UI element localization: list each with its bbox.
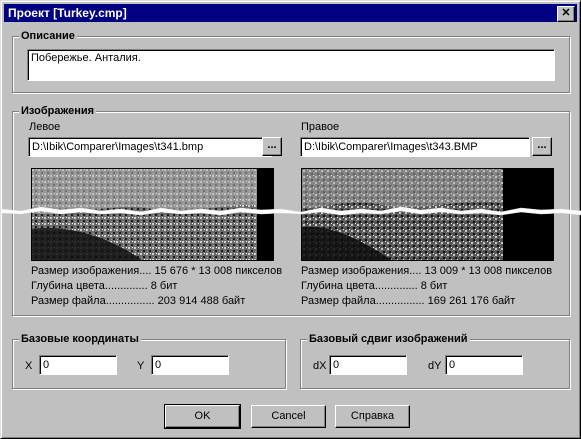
base-shift-group: Базовый сдвиг изображений dX 0 dY 0 — [300, 332, 570, 389]
x-input[interactable]: 0 — [39, 355, 117, 375]
base-shift-legend: Базовый сдвиг изображений — [307, 332, 470, 346]
images-legend: Изображения — [19, 104, 97, 118]
left-browse-button[interactable]: ... — [262, 137, 282, 156]
description-input[interactable]: Побережье. Анталия. — [27, 49, 555, 81]
dy-label: dY — [428, 360, 442, 372]
torn-edge-decoration — [1, 206, 581, 216]
right-browse-button[interactable]: ... — [532, 137, 552, 156]
right-image-label: Правое — [301, 121, 340, 133]
dy-input[interactable]: 0 — [445, 355, 523, 375]
right-file-size: Размер файла................ 169 261 176… — [301, 295, 516, 307]
help-button[interactable]: Справка — [335, 405, 410, 428]
left-color-depth: Глубина цвета.............. 8 бит — [31, 280, 178, 292]
description-legend: Описание — [19, 29, 77, 43]
base-coords-legend: Базовые координаты — [19, 332, 141, 346]
close-button[interactable]: ✕ — [557, 6, 575, 22]
x-label: X — [25, 360, 33, 372]
dx-input[interactable]: 0 — [329, 355, 407, 375]
y-label: Y — [137, 360, 145, 372]
base-coords-group: Базовые координаты X 0 Y 0 — [12, 332, 286, 389]
left-image-size: Размер изображения.... 15 676 * 13 008 п… — [31, 265, 283, 277]
left-image-path-input[interactable]: D:\Ibik\Comparer\Images\t341.bmp — [28, 137, 272, 157]
close-icon: ✕ — [561, 7, 571, 19]
title-bar[interactable]: Проект [Turkey.cmp] ✕ — [4, 4, 577, 22]
right-image-path-input[interactable]: D:\Ibik\Comparer\Images\t343.BMP — [300, 137, 530, 157]
left-file-size: Размер файла................ 203 914 488… — [31, 295, 246, 307]
cancel-button[interactable]: Cancel — [251, 405, 326, 428]
right-color-depth: Глубина цвета.............. 8 бит — [301, 280, 448, 292]
ok-button[interactable]: OK — [164, 404, 241, 429]
project-dialog: Проект [Turkey.cmp] ✕ Описание Побережье… — [0, 0, 581, 439]
window-title: Проект [Turkey.cmp] — [8, 6, 127, 20]
description-group: Описание Побережье. Анталия. — [12, 29, 570, 93]
left-image-label: Левое — [29, 121, 61, 133]
dx-label: dX — [313, 360, 327, 372]
right-image-size: Размер изображения.... 13 009 * 13 008 п… — [301, 265, 553, 277]
y-input[interactable]: 0 — [151, 355, 229, 375]
